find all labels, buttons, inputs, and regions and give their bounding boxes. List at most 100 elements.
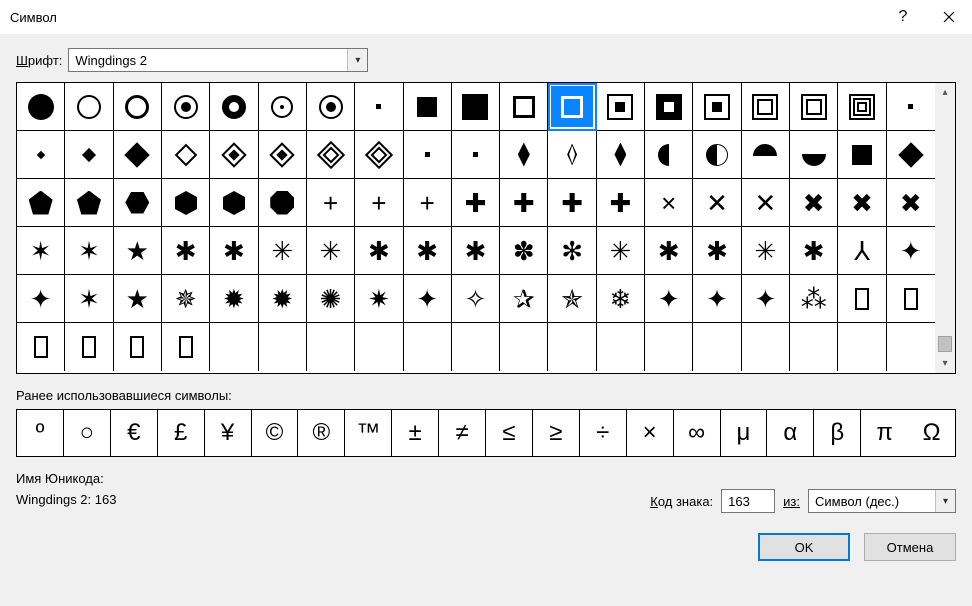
symbol-circle-dot[interactable] <box>259 83 307 131</box>
symbol-plus-light[interactable]: + <box>355 179 403 227</box>
symbol-plus-black[interactable]: ✚ <box>548 179 596 227</box>
recent-euro[interactable]: € <box>111 410 158 456</box>
symbol-plus-heavy[interactable]: ✚ <box>452 179 500 227</box>
symbol-hexagon-h-solid[interactable] <box>114 179 162 227</box>
symbol-dot-small-b[interactable] <box>452 131 500 179</box>
symbol-empty[interactable] <box>742 323 790 371</box>
help-button[interactable]: ? <box>880 0 926 34</box>
symbol-lozenge-hollow[interactable] <box>548 131 596 179</box>
symbol-shuriken-4b[interactable]: ✧ <box>452 275 500 323</box>
symbol-square-inverse[interactable] <box>645 83 693 131</box>
symbol-shuriken-4a[interactable]: ✦ <box>404 275 452 323</box>
symbol-star6-bold[interactable]: ✹ <box>259 275 307 323</box>
symbol-diamond-bullseye[interactable] <box>259 131 307 179</box>
close-button[interactable] <box>926 0 972 34</box>
symbol-square-double[interactable] <box>790 83 838 131</box>
symbol-asterisk-5b[interactable]: ✱ <box>404 227 452 275</box>
symbol-sparkle-a[interactable]: ✦ <box>645 275 693 323</box>
symbol-asterisk-round[interactable]: ✱ <box>645 227 693 275</box>
symbol-circle-bullseye[interactable] <box>307 83 355 131</box>
scroll-up-icon[interactable]: ▴ <box>942 87 947 98</box>
symbol-star6-outline[interactable]: ✶ <box>17 227 65 275</box>
symbol-star5-gray[interactable]: ✰ <box>500 275 548 323</box>
symbol-asterisk-5[interactable]: ✱ <box>355 227 403 275</box>
symbol-rect-hollow-a[interactable] <box>838 275 886 323</box>
symbol-empty[interactable] <box>259 323 307 371</box>
symbol-times-fat[interactable]: ✖ <box>887 179 935 227</box>
symbol-asterisk-8[interactable]: ✳ <box>597 227 645 275</box>
recent-beta[interactable]: β <box>814 410 861 456</box>
symbol-plus-medium[interactable]: + <box>404 179 452 227</box>
symbol-asterisk-open[interactable]: ✻ <box>548 227 596 275</box>
symbol-empty[interactable] <box>597 323 645 371</box>
symbol-diamond-small[interactable] <box>65 131 113 179</box>
symbol-lozenge-solid[interactable] <box>500 131 548 179</box>
symbol-tri-inverted[interactable]: ⅄ <box>838 227 886 275</box>
recent-not-equal[interactable]: ≠ <box>439 410 486 456</box>
symbol-asterisk-wide[interactable]: ✳ <box>742 227 790 275</box>
scroll-thumb[interactable] <box>938 336 952 352</box>
symbol-star4-solid[interactable]: ✦ <box>17 275 65 323</box>
symbol-half-circle-left[interactable] <box>645 131 693 179</box>
symbol-half-circle-top[interactable] <box>742 131 790 179</box>
recent-degree[interactable]: º <box>17 410 64 456</box>
symbol-asterisk-rounder[interactable]: ✱ <box>693 227 741 275</box>
symbol-asterisk-5c[interactable]: ✱ <box>452 227 500 275</box>
symbol-empty[interactable] <box>887 323 935 371</box>
symbol-times-heavy[interactable]: ✖ <box>790 179 838 227</box>
symbol-diamond-hollow[interactable] <box>162 131 210 179</box>
symbol-empty[interactable] <box>404 323 452 371</box>
symbol-times-medium[interactable]: ✕ <box>693 179 741 227</box>
symbol-star5-outline[interactable]: ✯ <box>548 275 596 323</box>
symbol-star8-black[interactable]: ✺ <box>307 275 355 323</box>
symbol-diamond-double[interactable] <box>355 131 403 179</box>
symbol-circle-solid-large[interactable] <box>17 83 65 131</box>
recent-alpha[interactable]: α <box>767 410 814 456</box>
symbol-empty[interactable] <box>645 323 693 371</box>
symbol-square-bullseye[interactable] <box>693 83 741 131</box>
symbol-times-thin[interactable]: × <box>645 179 693 227</box>
symbol-circle-target-inverse[interactable] <box>210 83 258 131</box>
recent-circle-small[interactable]: ○ <box>64 410 111 456</box>
symbol-circle-hollow-bold[interactable] <box>114 83 162 131</box>
symbol-plus-fat[interactable]: ✚ <box>597 179 645 227</box>
symbol-rect-hollow-b[interactable] <box>887 275 935 323</box>
recent-greater-equal[interactable]: ≥ <box>533 410 580 456</box>
symbol-star5-pointed[interactable]: ✵ <box>162 275 210 323</box>
recent-mu[interactable]: μ <box>721 410 768 456</box>
symbol-empty[interactable] <box>210 323 258 371</box>
recent-registered[interactable]: ® <box>298 410 345 456</box>
symbol-square-mid[interactable] <box>838 131 886 179</box>
symbol-snowflake[interactable]: ❄ <box>597 275 645 323</box>
symbol-asterisk-flower[interactable]: ✽ <box>500 227 548 275</box>
symbol-plus-thin[interactable]: + <box>307 179 355 227</box>
symbol-octagon-solid[interactable] <box>259 179 307 227</box>
symbol-asterisk-black[interactable]: ✱ <box>790 227 838 275</box>
recent-pi[interactable]: π <box>861 410 908 456</box>
symbol-circle-target[interactable] <box>162 83 210 131</box>
symbol-asterisk-heavy[interactable]: ✱ <box>210 227 258 275</box>
symbol-times-black[interactable]: ✖ <box>838 179 886 227</box>
symbol-asterism[interactable]: ⁂ <box>790 275 838 323</box>
symbol-square-hollow-thin[interactable] <box>500 83 548 131</box>
symbol-diamond-large[interactable] <box>887 131 935 179</box>
symbol-rect-hollow-e[interactable] <box>114 323 162 371</box>
ok-button[interactable]: OK <box>758 533 850 561</box>
symbol-asterisk-6[interactable]: ✳ <box>259 227 307 275</box>
symbol-asterisk-bold[interactable]: ✱ <box>162 227 210 275</box>
symbol-half-circle-right[interactable] <box>693 131 741 179</box>
symbol-sparkle-b[interactable]: ✦ <box>693 275 741 323</box>
symbol-empty[interactable] <box>790 323 838 371</box>
recent-plus-minus[interactable]: ± <box>392 410 439 456</box>
symbol-empty[interactable] <box>548 323 596 371</box>
symbol-dot-corner[interactable] <box>887 83 935 131</box>
recent-trademark[interactable]: ™ <box>345 410 392 456</box>
symbol-diamond-target[interactable] <box>210 131 258 179</box>
symbol-star5-thin[interactable]: ✶ <box>65 227 113 275</box>
recent-omega[interactable]: Ω <box>908 410 955 456</box>
symbol-pentagon-bold[interactable] <box>65 179 113 227</box>
symbol-empty[interactable] <box>452 323 500 371</box>
recent-pound[interactable]: £ <box>158 410 205 456</box>
symbol-rect-hollow-c[interactable] <box>17 323 65 371</box>
symbol-lozenge-bold[interactable] <box>597 131 645 179</box>
